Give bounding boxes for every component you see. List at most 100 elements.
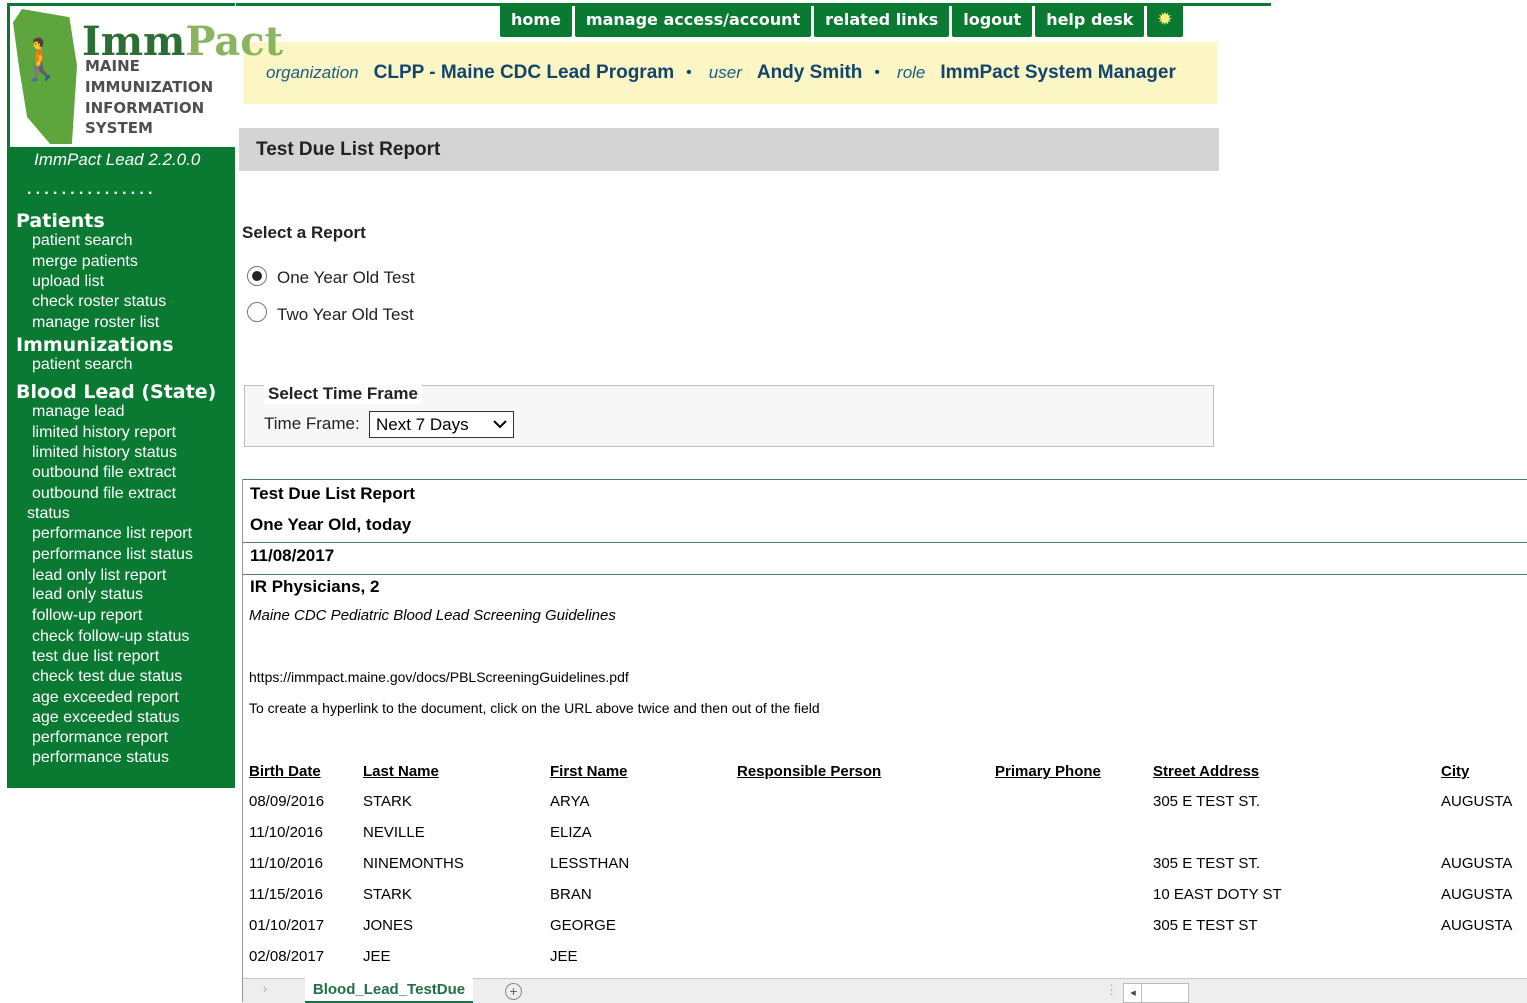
report-spreadsheet: Test Due List Report One Year Old, today… (242, 479, 1527, 1002)
col-last-name[interactable]: Last Name (363, 763, 439, 780)
cell-birth-date[interactable]: 11/10/2016 (249, 855, 323, 872)
cell-birth-date[interactable]: 11/15/2016 (249, 886, 323, 903)
sidebar-link[interactable]: outbound file extract (32, 464, 176, 482)
session-info-bar: organization CLPP - Maine CDC Lead Progr… (243, 42, 1217, 104)
user-value: Andy Smith (756, 62, 863, 83)
sidebar-link[interactable]: performance list status (32, 546, 193, 564)
cell-first-name[interactable]: ARYA (550, 793, 589, 810)
cell-city[interactable]: AUGUSTA (1441, 793, 1512, 810)
col-city[interactable]: City (1441, 763, 1469, 780)
col-street-address[interactable]: Street Address (1153, 763, 1259, 780)
lightbulb-icon[interactable]: ✹ (1147, 4, 1183, 37)
sidebar-link[interactable]: merge patients (32, 253, 138, 271)
report-date: 11/08/2017 (250, 546, 335, 565)
guidelines-url[interactable]: https://immpact.maine.gov/docs/PBLScreen… (249, 669, 629, 685)
cell-first-name[interactable]: ELIZA (550, 824, 592, 841)
cell-last-name[interactable]: NINEMONTHS (363, 855, 464, 872)
cell-last-name[interactable]: STARK (363, 793, 412, 810)
cell-street-address[interactable]: 305 E TEST ST. (1153, 793, 1260, 810)
cell-street-address[interactable]: 305 E TEST ST. (1153, 855, 1260, 872)
sidebar: 🚶 ImmPact MAINE IMMUNIZATION INFORMATION… (7, 3, 283, 788)
sidebar-link[interactable]: patient search (32, 356, 133, 374)
cell-city[interactable]: AUGUSTA (1441, 855, 1512, 872)
report-physician: IR Physicians, 2 (250, 577, 380, 596)
cell-last-name[interactable]: JONES (363, 917, 413, 934)
plus-circle-icon[interactable]: + (505, 983, 522, 1000)
divider (243, 542, 1527, 543)
cell-city[interactable]: AUGUSTA (1441, 917, 1512, 934)
sidebar-link[interactable]: patient search (32, 232, 133, 250)
section-patients: Patients (16, 210, 105, 232)
sidebar-link[interactable]: performance status (32, 749, 169, 767)
nav-logout[interactable]: logout (952, 4, 1033, 37)
nav-help-desk[interactable]: help desk (1035, 4, 1145, 37)
logo-line-3: INFORMATION (85, 99, 205, 117)
horizontal-scrollbar[interactable] (1141, 983, 1189, 1003)
col-birth-date[interactable]: Birth Date (249, 763, 321, 780)
cell-street-address[interactable]: 10 EAST DOTY ST (1153, 886, 1282, 903)
col-first-name[interactable]: First Name (550, 763, 628, 780)
cell-first-name[interactable]: GEORGE (550, 917, 616, 934)
sheet-tab-bar: › Blood_Lead_TestDue + ⋮ ◂ (243, 978, 1527, 1003)
col-primary-phone[interactable]: Primary Phone (995, 763, 1101, 780)
cell-first-name[interactable]: JEE (550, 948, 578, 965)
sidebar-link[interactable]: follow-up report (32, 607, 142, 625)
sidebar-link[interactable]: manage lead (32, 403, 125, 421)
cell-birth-date[interactable]: 02/08/2017 (249, 948, 324, 965)
page-title: Test Due List Report (256, 139, 441, 160)
cell-city[interactable]: AUGUSTA (1441, 886, 1512, 903)
cell-birth-date[interactable]: 01/10/2017 (249, 917, 324, 934)
sidebar-link[interactable]: manage roster list (32, 314, 159, 332)
cell-first-name[interactable]: LESSTHAN (550, 855, 629, 872)
immpact-logo[interactable]: 🚶 ImmPact MAINE IMMUNIZATION INFORMATION… (10, 6, 283, 147)
app-version: ImmPact Lead 2.2.0.0 (34, 150, 201, 169)
cell-birth-date[interactable]: 08/09/2016 (249, 793, 324, 810)
sidebar-link[interactable]: age exceeded status (32, 709, 180, 727)
sidebar-link[interactable]: age exceeded report (32, 689, 179, 707)
cell-first-name[interactable]: BRAN (550, 886, 592, 903)
sidebar-link[interactable]: status (27, 505, 70, 523)
sidebar-link[interactable]: lead only status (32, 586, 143, 604)
splitter-icon[interactable]: ⋮ (1105, 982, 1118, 998)
sheet-tab-active[interactable]: Blood_Lead_TestDue (305, 978, 473, 1003)
time-frame-value: Next 7 Days (376, 415, 469, 434)
sidebar-link[interactable]: limited history report (32, 424, 176, 442)
chevron-left-icon[interactable]: › (263, 981, 267, 996)
org-value: CLPP - Maine CDC Lead Program (373, 62, 675, 83)
top-nav: home manage access/account related links… (500, 4, 1186, 37)
radio-two-year[interactable] (247, 302, 267, 322)
sidebar-link[interactable]: performance list report (32, 525, 192, 543)
divider-dots: ............... (27, 181, 157, 198)
cell-street-address[interactable]: 305 E TEST ST (1153, 917, 1258, 934)
sidebar-link[interactable]: limited history status (32, 444, 177, 462)
sidebar-link[interactable]: check follow-up status (32, 628, 189, 646)
org-label: organization (266, 63, 359, 82)
nav-home[interactable]: home (500, 4, 572, 37)
col-responsible-person[interactable]: Responsible Person (737, 763, 881, 780)
sidebar-link[interactable]: test due list report (32, 648, 159, 666)
hyperlink-hint: To create a hyperlink to the document, c… (249, 700, 820, 716)
report-title: Test Due List Report (250, 484, 415, 503)
radio-label-one-year[interactable]: One Year Old Test (277, 268, 415, 288)
sidebar-link[interactable]: upload list (32, 273, 104, 291)
sidebar-link[interactable]: check test due status (32, 668, 182, 686)
section-blood-lead: Blood Lead (State) (16, 381, 217, 403)
scroll-left-icon[interactable]: ◂ (1123, 983, 1143, 1003)
divider (243, 479, 1527, 480)
child-figure-icon: 🚶 (16, 38, 66, 82)
radio-one-year[interactable] (247, 266, 267, 286)
sidebar-link[interactable]: performance report (32, 729, 168, 747)
radio-label-two-year[interactable]: Two Year Old Test (277, 305, 414, 325)
page-header: Test Due List Report (239, 128, 1219, 171)
sidebar-link[interactable]: lead only list report (32, 567, 166, 585)
time-frame-select[interactable]: Next 7 Days (369, 411, 514, 438)
cell-last-name[interactable]: JEE (363, 948, 391, 965)
user-label: user (708, 63, 742, 82)
nav-manage-account[interactable]: manage access/account (574, 4, 812, 37)
cell-birth-date[interactable]: 11/10/2016 (249, 824, 323, 841)
sidebar-link[interactable]: outbound file extract (32, 485, 176, 503)
nav-related-links[interactable]: related links (814, 4, 950, 37)
cell-last-name[interactable]: STARK (363, 886, 412, 903)
sidebar-link[interactable]: check roster status (32, 293, 166, 311)
cell-last-name[interactable]: NEVILLE (363, 824, 425, 841)
